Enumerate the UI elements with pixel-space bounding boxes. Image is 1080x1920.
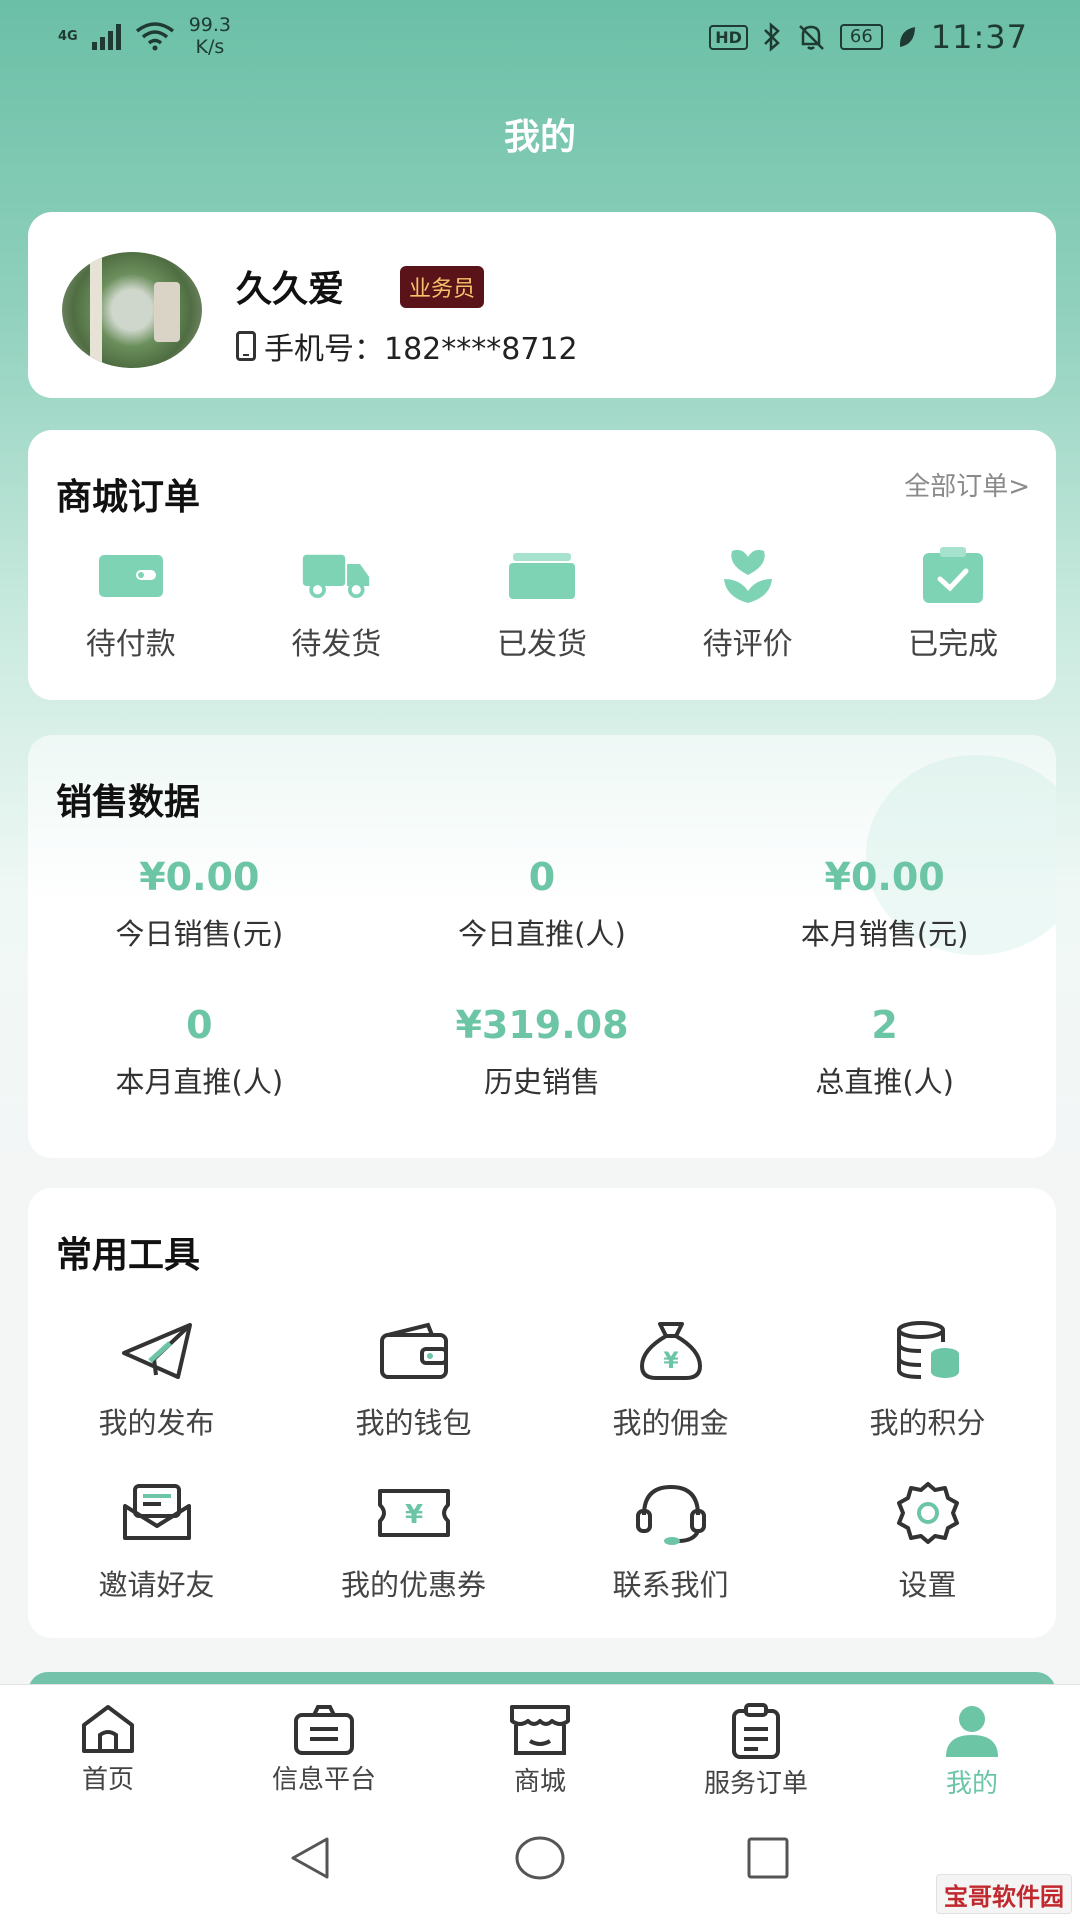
paper-plane-icon xyxy=(117,1316,197,1386)
headset-icon xyxy=(631,1478,711,1548)
battery-indicator: 66 xyxy=(839,24,883,50)
gear-icon xyxy=(888,1478,968,1548)
tool-my-commission[interactable]: ¥ 我的佣金 xyxy=(542,1316,799,1442)
phone-number: 手机号：182****8712 xyxy=(264,332,578,367)
home-icon xyxy=(76,1703,140,1755)
order-pending-payment[interactable]: 待付款 xyxy=(28,545,234,663)
clock: 11:37 xyxy=(930,18,1028,56)
tab-service-orders[interactable]: 服务订单 xyxy=(648,1685,864,1799)
phone-icon xyxy=(236,331,256,361)
system-navigation-bar: 宝哥软件园 xyxy=(0,1794,1080,1920)
bluetooth-icon xyxy=(763,22,780,52)
home-circle-icon xyxy=(515,1836,565,1880)
leaf-icon xyxy=(899,27,915,47)
tool-my-wallet[interactable]: 我的钱包 xyxy=(285,1316,542,1442)
coupon-icon: ¥ xyxy=(374,1478,454,1548)
network-speed: 99.3 K/s xyxy=(188,14,232,58)
flower-icon xyxy=(713,545,783,605)
mute-bell-icon xyxy=(798,25,824,50)
watermark-logo: 宝哥软件园 xyxy=(936,1874,1072,1914)
sales-title: 销售数据 xyxy=(56,782,201,823)
tab-mine[interactable]: 我的 xyxy=(864,1685,1080,1799)
order-pending-review[interactable]: 待评价 xyxy=(645,545,851,663)
order-status-row: 待付款 待发货 已发货 待评价 已完成 xyxy=(28,545,1056,663)
stat-month-referrals: 0 本月直推(人) xyxy=(115,1003,284,1099)
back-triangle-icon xyxy=(291,1837,329,1879)
sales-stats-grid: ¥0.00 今日销售(元) 0 今日直推(人) ¥0.00 本月销售(元) 0 … xyxy=(28,855,1056,1101)
tool-my-points[interactable]: 我的积分 xyxy=(799,1316,1056,1442)
recents-square-icon xyxy=(747,1837,789,1879)
stat-history-sales: ¥319.08 历史销售 xyxy=(455,1003,629,1099)
wallet-icon xyxy=(96,545,166,605)
tab-info-platform[interactable]: 信息平台 xyxy=(216,1685,432,1795)
status-left: 4G 99.3 K/s xyxy=(58,14,231,58)
hd-badge: HD xyxy=(709,24,748,50)
page-title: 我的 xyxy=(503,117,576,158)
status-bar: 4G 99.3 K/s HD 66 11:37 xyxy=(0,0,1080,80)
coins-icon xyxy=(888,1316,968,1386)
home-button[interactable] xyxy=(510,1828,570,1888)
role-badge: 业务员 xyxy=(400,266,485,308)
box-icon xyxy=(507,545,577,605)
tab-mall[interactable]: 商城 xyxy=(432,1685,648,1797)
tools-card: 常用工具 我的发布 我的钱包 ¥ 我的佣金 我的积分 邀请好友 ¥ 我的优惠券 … xyxy=(28,1188,1056,1638)
tool-settings[interactable]: 设置 xyxy=(799,1478,1056,1604)
avatar[interactable] xyxy=(62,252,202,368)
orders-card: 商城订单 全部订单> 待付款 待发货 已发货 待评价 已完成 xyxy=(28,430,1056,700)
bottom-tab-bar: 首页 信息平台 商城 服务订单 我的 xyxy=(0,1684,1080,1799)
all-orders-link[interactable]: 全部订单> xyxy=(904,466,1030,503)
tool-invite-friends[interactable]: 邀请好友 xyxy=(28,1478,285,1604)
phone-row: 手机号：182****8712 xyxy=(236,324,578,368)
envelope-icon xyxy=(117,1478,197,1548)
tools-grid: 我的发布 我的钱包 ¥ 我的佣金 我的积分 邀请好友 ¥ 我的优惠券 联系我们 … xyxy=(28,1316,1056,1604)
signal-icon xyxy=(91,22,121,50)
stat-today-referrals: 0 今日直推(人) xyxy=(458,855,626,951)
svg-text:¥: ¥ xyxy=(663,1349,679,1374)
store-icon xyxy=(508,1703,572,1757)
order-completed[interactable]: 已完成 xyxy=(850,545,1056,663)
money-bag-icon: ¥ xyxy=(631,1316,711,1386)
stat-total-referrals: 2 总直推(人) xyxy=(815,1003,954,1099)
tool-contact-us[interactable]: 联系我们 xyxy=(542,1478,799,1604)
order-pending-shipment[interactable]: 待发货 xyxy=(234,545,440,663)
user-name: 久久爱 xyxy=(236,269,345,310)
stat-month-sales: ¥0.00 本月销售(元) xyxy=(800,855,969,951)
sales-card: 销售数据 ¥0.00 今日销售(元) 0 今日直推(人) ¥0.00 本月销售(… xyxy=(28,735,1056,1158)
svg-text:¥: ¥ xyxy=(404,1500,422,1530)
recents-button[interactable] xyxy=(738,1828,798,1888)
user-icon xyxy=(940,1703,1004,1759)
back-button[interactable] xyxy=(280,1828,340,1888)
wallet-icon xyxy=(374,1316,454,1386)
order-shipped[interactable]: 已发货 xyxy=(439,545,645,663)
tool-my-coupons[interactable]: ¥ 我的优惠券 xyxy=(285,1478,542,1604)
truck-icon xyxy=(301,545,371,605)
stat-today-sales: ¥0.00 今日销售(元) xyxy=(115,855,284,951)
network-type: 4G xyxy=(58,28,78,44)
clipboard-check-icon xyxy=(918,545,988,605)
wifi-icon xyxy=(135,22,174,51)
tool-my-posts[interactable]: 我的发布 xyxy=(28,1316,285,1442)
orders-title: 商城订单 xyxy=(56,477,201,518)
status-right: HD 66 11:37 xyxy=(709,18,1028,56)
tools-title: 常用工具 xyxy=(56,1235,201,1276)
clipboard-icon xyxy=(724,1703,788,1759)
profile-card[interactable]: 久久爱 业务员 手机号：182****8712 xyxy=(28,212,1056,398)
tab-home[interactable]: 首页 xyxy=(0,1685,216,1795)
briefcase-icon xyxy=(292,1703,356,1755)
